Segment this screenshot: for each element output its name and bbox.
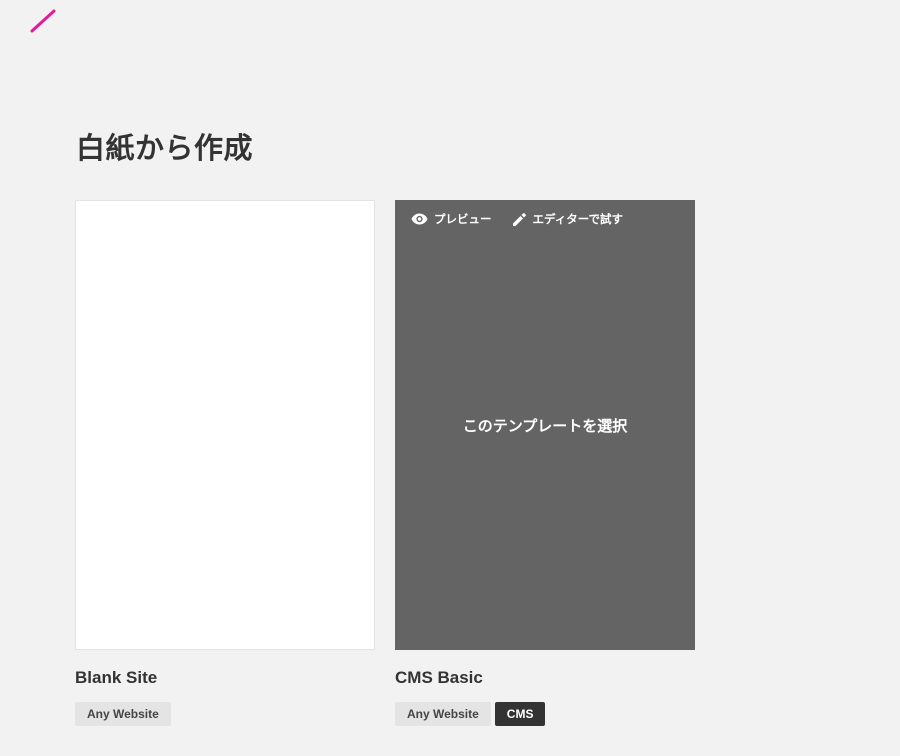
template-name: Blank Site [75,668,158,687]
template-card-blank: Blank Site Any Website [75,200,375,726]
pencil-icon [512,212,527,227]
tag-cms[interactable]: CMS [494,702,546,726]
overlay-actions: プレビュー エディターで試す [411,210,623,228]
try-in-editor-button[interactable]: エディターで試す [512,210,624,228]
preview-label: プレビュー [434,212,492,226]
tag-any-website[interactable]: Any Website [75,702,171,726]
section-title: 白紙から作成 [76,131,254,165]
tag-list: Any Website [75,702,171,726]
tag-any-website[interactable]: Any Website [395,702,491,726]
template-gallery-page: 白紙から作成 Blank Site Any Website プレビュー エディタ… [0,0,900,756]
template-thumbnail[interactable] [75,200,375,650]
eye-icon [411,213,428,225]
try-in-editor-label: エディターで試す [532,212,624,226]
template-thumbnail-hover-overlay[interactable]: プレビュー エディターで試す このテンプレートを選択 [395,200,695,650]
preview-button[interactable]: プレビュー [411,210,492,228]
template-name: CMS Basic [395,668,483,687]
select-template-button[interactable]: このテンプレートを選択 [395,415,695,436]
template-card-cms-basic: プレビュー エディターで試す このテンプレートを選択 CMS Basic Any… [395,200,695,726]
tag-list: Any Website CMS [395,702,546,726]
logo-icon[interactable] [28,8,58,36]
